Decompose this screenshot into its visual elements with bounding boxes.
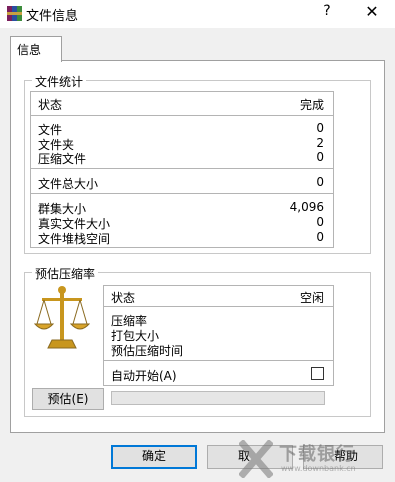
help-title-button[interactable]: ? xyxy=(317,3,337,19)
cluster-size-value: 4,096 xyxy=(289,200,324,214)
ok-button[interactable]: 确定 xyxy=(111,445,197,469)
estimate-divider xyxy=(103,306,334,307)
estimate-divider xyxy=(103,385,334,386)
total-size-value: 0 xyxy=(316,175,324,189)
watermark-brand: 下载银行 xyxy=(279,444,355,465)
folders-value: 2 xyxy=(316,136,324,150)
real-size-value: 0 xyxy=(316,215,324,229)
estimate-divider xyxy=(103,360,334,361)
files-value: 0 xyxy=(316,121,324,135)
estimate-button[interactable]: 预估(E) xyxy=(32,388,104,410)
estimate-time-label: 预估压缩时间 xyxy=(111,344,184,358)
close-icon[interactable]: ✕ xyxy=(360,2,384,21)
estimate-left-border xyxy=(103,285,104,386)
stats-divider xyxy=(30,115,334,116)
total-size-label: 文件总大小 xyxy=(38,177,99,191)
stats-status-value: 完成 xyxy=(299,98,324,112)
stack-space-value: 0 xyxy=(316,230,324,244)
window-title: 文件信息 xyxy=(26,9,79,24)
stats-divider xyxy=(30,193,334,194)
tab-info-label: 信息 xyxy=(17,43,42,57)
estimate-progress-bar xyxy=(111,391,325,405)
auto-start-checkbox[interactable] xyxy=(311,367,324,380)
watermark-url: www.downbank.cn xyxy=(281,464,356,473)
stats-divider xyxy=(30,91,334,92)
auto-start-label: 自动开始(A) xyxy=(111,369,177,383)
estimate-status-label: 状态 xyxy=(111,291,136,305)
stats-divider xyxy=(30,247,334,248)
stats-divider xyxy=(30,168,334,169)
stack-space-label: 文件堆栈空间 xyxy=(38,232,111,246)
estimate-status-value: 空闲 xyxy=(299,291,324,305)
winrar-app-icon xyxy=(6,5,23,22)
watermark-logo-icon xyxy=(239,440,273,478)
estimate-right-border xyxy=(333,285,334,386)
watermark: 下载银行 www.downbank.cn xyxy=(233,438,395,482)
archives-label: 压缩文件 xyxy=(38,152,87,166)
scale-icon xyxy=(33,284,91,352)
estimate-title: 预估压缩率 xyxy=(32,265,99,282)
estimate-divider xyxy=(103,285,334,286)
archives-value: 0 xyxy=(316,150,324,164)
stats-status-label: 状态 xyxy=(38,98,63,112)
tab-info[interactable]: 信息 xyxy=(10,36,62,62)
file-stats-title: 文件统计 xyxy=(32,73,87,90)
